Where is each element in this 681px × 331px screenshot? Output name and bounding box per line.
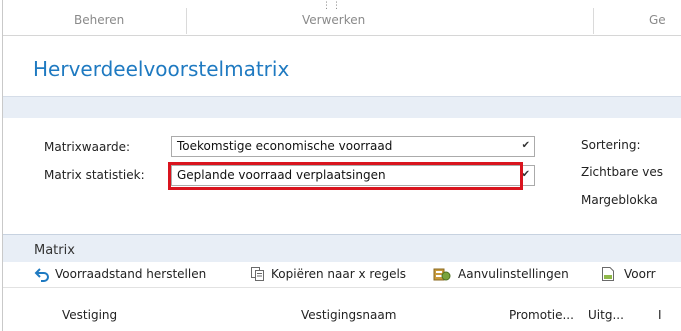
matrix-section-header: Matrix <box>3 234 681 262</box>
header-band <box>3 96 681 118</box>
column-header-promotie[interactable]: Promotie... <box>509 308 574 322</box>
column-header-vestigingsnaam[interactable]: Vestigingsnaam <box>301 308 396 322</box>
ribbon-separator <box>186 8 187 34</box>
highlight-box <box>168 162 523 190</box>
toolbar-voorr[interactable]: Voorr <box>624 267 656 281</box>
ribbon-group-verwerken[interactable]: Verwerken <box>302 13 365 27</box>
settings-icon[interactable] <box>433 266 451 286</box>
matrixwaarde-value: Toekomstige economische voorraad <box>177 139 393 153</box>
column-header-i[interactable]: I <box>658 308 662 322</box>
undo-arrow-icon[interactable] <box>34 266 50 286</box>
ribbon-separator <box>593 8 594 34</box>
column-header-vestiging[interactable]: Vestiging <box>62 308 117 322</box>
page-title: Herverdeelvoorstelmatrix <box>33 57 290 81</box>
toolbar-aanvulinstellingen[interactable]: Aanvulinstellingen <box>458 267 569 281</box>
options-form: Matrixwaarde: Toekomstige economische vo… <box>3 118 681 230</box>
toolbar-kopieren-naar-x-regels[interactable]: Kopiëren naar x regels <box>271 267 406 281</box>
ribbon-grip-icon: ⋮⋮ <box>322 1 342 11</box>
matrixwaarde-label: Matrixwaarde: <box>44 140 131 154</box>
matrix-title: Matrix <box>34 243 75 258</box>
matrix-toolbar: Voorraadstand herstellen Kopiëren naar x… <box>3 262 681 288</box>
chevron-down-icon[interactable]: ✔ <box>522 140 530 151</box>
sortering-label: Sortering: <box>581 138 641 152</box>
toolbar-voorraadstand-herstellen[interactable]: Voorraadstand herstellen <box>55 267 206 281</box>
matrixwaarde-select[interactable]: Toekomstige economische voorraad ✔ <box>171 136 535 157</box>
document-icon[interactable] <box>600 266 616 286</box>
app-frame: Beheren ⋮⋮ Verwerken Ge Herverdeelvoorst… <box>2 0 681 331</box>
column-header-uitg[interactable]: Uitg... <box>588 308 624 322</box>
ribbon: Beheren ⋮⋮ Verwerken Ge <box>3 0 681 36</box>
copy-icon[interactable] <box>250 266 266 286</box>
statistiek-label: Matrix statistiek: <box>44 168 145 182</box>
ribbon-group-beheren[interactable]: Beheren <box>74 13 124 27</box>
ribbon-group-ge[interactable]: Ge <box>649 13 666 27</box>
zichtbare-label: Zichtbare ves <box>581 165 664 179</box>
margeblok-label: Margeblokka <box>581 193 658 207</box>
